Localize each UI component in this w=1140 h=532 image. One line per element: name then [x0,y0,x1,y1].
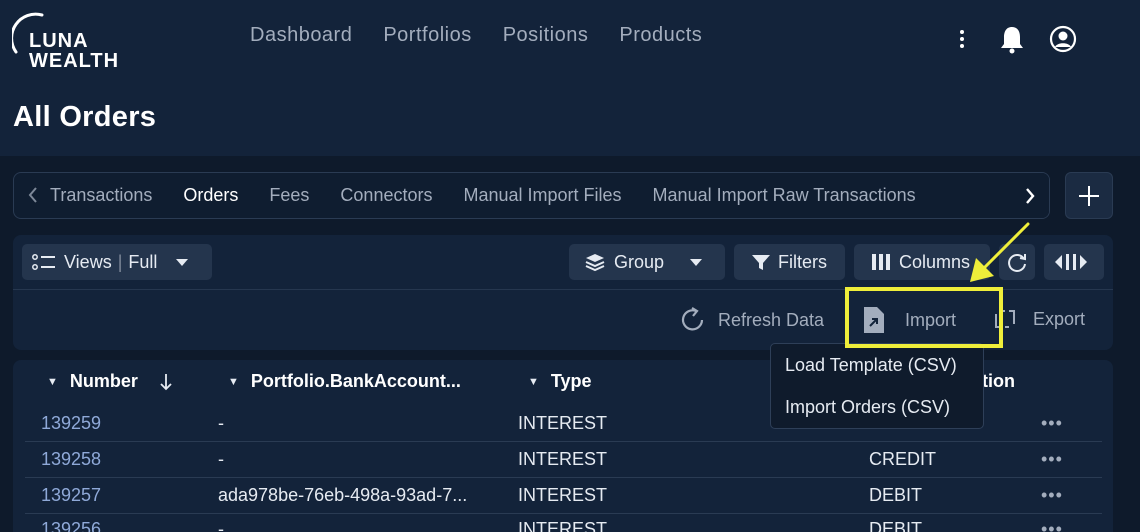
views-value: Full [128,251,158,272]
caret-down-icon: ▼ [228,375,239,388]
refresh-icon [681,307,704,331]
bank-account: - [218,413,224,433]
tab-orders[interactable]: Orders [183,185,238,206]
group-label: Group [614,251,665,272]
caret-down-icon: ▼ [528,375,539,388]
caret-down-icon [690,259,703,266]
tab-bar: Transactions Orders Fees Connectors Manu… [13,172,1050,219]
layers-icon [585,254,605,272]
export-button[interactable]: Export [992,306,1085,332]
direction: CREDIT [869,449,936,469]
views-button[interactable]: Views | Full [22,244,212,280]
row-divider [25,477,1102,478]
refresh-data-label: Refresh Data [718,309,825,330]
annotation-arrow-icon [970,222,1030,282]
caret-down-icon: ▼ [47,375,58,388]
main-nav: Dashboard Portfolios Positions Products [250,24,702,47]
export-label: Export [1033,308,1086,329]
import-menu: Load Template (CSV) Import Orders (CSV) [770,343,984,429]
bank-account: - [218,519,224,532]
nav-positions[interactable]: Positions [503,24,589,47]
page-title: All Orders [13,101,157,133]
chevron-left-icon[interactable] [28,186,38,209]
direction: DEBIT [869,485,923,505]
menu-item-load-template[interactable]: Load Template (CSV) [785,355,957,376]
tab-connectors[interactable]: Connectors [340,185,432,206]
split-arrows-icon [1055,254,1087,270]
row-actions-button[interactable]: ••• [1041,413,1063,434]
menu-item-import-orders[interactable]: Import Orders (CSV) [785,397,950,418]
order-number[interactable]: 139258 [41,449,101,470]
order-number[interactable]: 139257 [41,485,101,506]
tab-manual-import-files[interactable]: Manual Import Files [463,185,621,206]
column-header-number[interactable]: ▼ Number [47,371,173,392]
column-header-portfolio-bankaccount[interactable]: ▼ Portfolio.BankAccount... [228,371,461,392]
filter-icon [752,255,770,270]
nav-portfolios[interactable]: Portfolios [383,24,471,47]
nav-products[interactable]: Products [619,24,702,47]
panel-toggle-button[interactable] [1044,244,1104,280]
more-vertical-icon[interactable] [952,24,972,59]
user-circle-icon[interactable] [1049,24,1077,59]
bank-account: ada978be-76eb-498a-93ad-7... [218,485,468,505]
order-number[interactable]: 139259 [41,413,101,434]
plus-icon [1079,185,1099,206]
logo-text-wealth: WEALTH [29,50,120,72]
bank-account: - [218,449,224,469]
chevron-right-icon[interactable] [1010,173,1049,218]
views-label: Views [64,251,112,272]
nav-dashboard[interactable]: Dashboard [250,24,352,47]
row-actions-button[interactable]: ••• [1041,519,1063,532]
row-divider [25,441,1102,442]
list-icon [32,254,55,270]
filters-label: Filters [778,251,827,272]
tab-fees[interactable]: Fees [269,185,309,206]
columns-icon [872,254,890,270]
order-type: INTEREST [518,413,608,433]
column-header-type[interactable]: ▼ Type [528,371,592,392]
order-type: INTEREST [518,485,608,505]
direction: DEBIT [869,519,923,532]
refresh-data-button[interactable]: Refresh Data [679,306,824,334]
row-divider [25,513,1102,514]
filters-button[interactable]: Filters [734,244,845,280]
import-highlight-box [845,287,1003,348]
group-button[interactable]: Group [569,244,725,280]
order-type: INTEREST [518,449,608,469]
order-number[interactable]: 139256 [41,519,101,532]
bell-icon[interactable] [998,24,1026,59]
sort-arrow-down-icon[interactable] [159,372,173,392]
add-tab-button[interactable] [1065,172,1113,219]
luna-wealth-logo[interactable]: LUNA WEALTH [12,12,132,72]
tab-transactions[interactable]: Transactions [50,185,152,206]
order-type: INTEREST [518,519,608,532]
row-actions-button[interactable]: ••• [1041,449,1063,470]
tab-manual-import-raw-transactions[interactable]: Manual Import Raw Transactions [653,185,916,206]
row-actions-button[interactable]: ••• [1041,485,1063,506]
caret-down-icon [176,259,189,266]
